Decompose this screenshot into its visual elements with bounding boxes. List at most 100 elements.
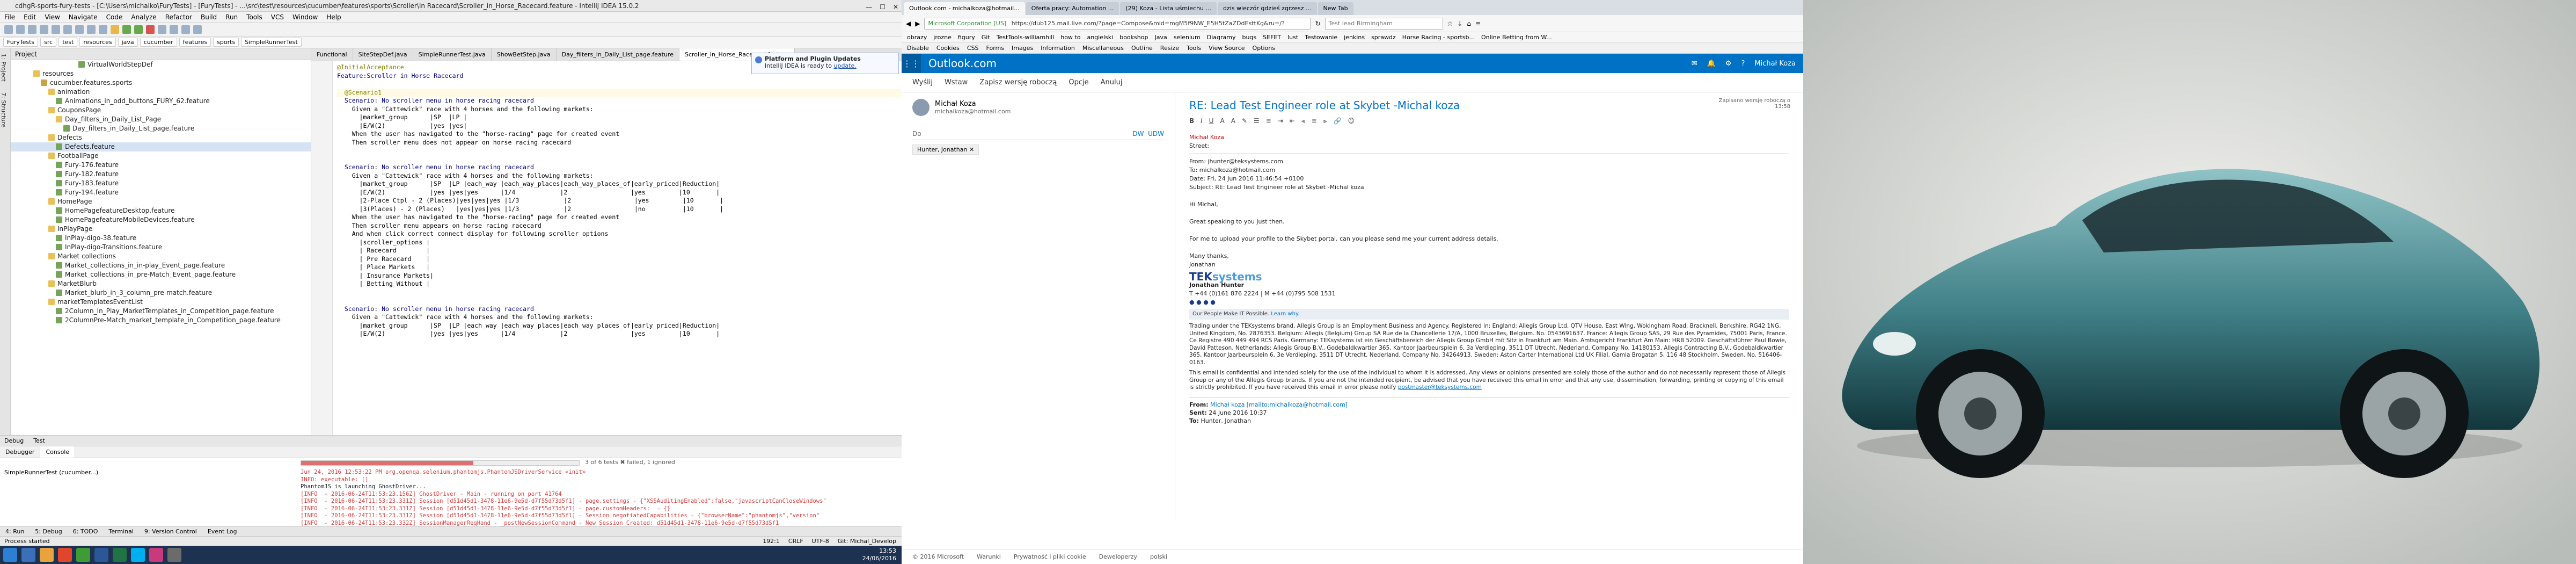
tree-item[interactable]: InPlay-digo-Transitions.feature xyxy=(11,243,311,252)
bookmark-item[interactable]: angielski xyxy=(1087,32,1113,42)
reload-icon[interactable]: ↻ xyxy=(1315,20,1320,27)
update-notification[interactable]: Platform and Plugin Updates IntelliJ IDE… xyxy=(751,53,899,74)
chrome-icon[interactable] xyxy=(76,548,90,562)
app-launcher-icon[interactable]: ⋮⋮ xyxy=(902,54,921,73)
console-output[interactable]: Jun 24, 2016 12:53:22 PM org.openqa.sele… xyxy=(301,469,885,526)
tree-item[interactable]: CouponsPage xyxy=(11,106,311,115)
bookmark-item[interactable]: Java xyxy=(1154,32,1167,42)
bookmark-item[interactable]: sprawdz xyxy=(1371,32,1396,42)
settings-gear-icon[interactable]: ⚙ xyxy=(1725,60,1732,68)
footer-link[interactable]: © 2016 Microsoft xyxy=(912,549,964,564)
bookmark-item[interactable]: selenium xyxy=(1174,32,1201,42)
code-area[interactable]: @InitialAcceptance Feature:Scroller in Ho… xyxy=(311,61,902,435)
project-tool-tab[interactable]: 1: Project xyxy=(0,48,7,87)
bookmark-item[interactable]: bookshop xyxy=(1119,32,1148,42)
paste-icon[interactable] xyxy=(87,25,96,34)
bookmark-item[interactable]: lust xyxy=(1287,32,1298,42)
tool-window-button[interactable]: 9: Version Control xyxy=(144,527,197,536)
back-icon[interactable]: ◀ xyxy=(906,20,911,27)
bcc-link[interactable]: UDW xyxy=(1148,130,1164,138)
outdent-icon[interactable]: ⇤ xyxy=(1290,117,1295,130)
notifications-icon[interactable]: 🔔 xyxy=(1707,60,1716,68)
tree-item[interactable]: Day_filters_in_Daily_List_Page xyxy=(11,115,311,124)
quoted-from-link[interactable]: Michał koza [mailto:michalkoza@hotmail.c… xyxy=(1210,401,1348,408)
align-left-icon[interactable]: ⫷ xyxy=(1301,117,1305,130)
home-icon[interactable]: ⌂ xyxy=(1467,20,1471,27)
firefox-icon[interactable] xyxy=(58,548,72,562)
copy-icon[interactable] xyxy=(75,25,84,34)
bullets-icon[interactable]: ☰ xyxy=(1254,117,1260,130)
font-color-icon[interactable]: A xyxy=(1231,117,1235,130)
tree-item[interactable]: 2Column_In_Play_MarketTemplates_in_Compe… xyxy=(11,307,311,316)
tool-window-button[interactable]: 5: Debug xyxy=(35,527,62,536)
help-icon[interactable] xyxy=(193,25,202,34)
tree-item[interactable]: Fury-194.feature xyxy=(11,188,311,197)
forward-icon[interactable]: ▶ xyxy=(915,20,920,27)
webdev-menu-item[interactable]: View Source xyxy=(1209,43,1245,53)
intellij-icon[interactable] xyxy=(149,548,163,562)
cc-link[interactable]: DW xyxy=(1132,130,1144,138)
debug-tab[interactable]: Debugger xyxy=(0,446,41,458)
address-bar[interactable]: Microsoft Corporation [US] https://dub12… xyxy=(924,17,1311,30)
browser-tab[interactable]: dzis wieczór gdzieś zgrzesz ... xyxy=(1217,2,1317,15)
vcs-commit-icon[interactable] xyxy=(170,25,178,34)
tree-item[interactable]: Market_collections_in_pre-Match_Event_pa… xyxy=(11,270,311,279)
bookmark-item[interactable]: Git xyxy=(982,32,990,42)
close-icon[interactable]: ✕ xyxy=(893,1,898,13)
menu-item[interactable]: Tools xyxy=(246,12,262,22)
menu-item[interactable]: File xyxy=(4,12,15,22)
underline-icon[interactable]: U xyxy=(1209,117,1214,130)
tree-item[interactable]: Defects.feature xyxy=(11,142,311,151)
bookmark-item[interactable]: Testowanie xyxy=(1305,32,1337,42)
footer-link[interactable]: Deweloperzy xyxy=(1099,549,1137,564)
webdev-menu-item[interactable]: Disable xyxy=(907,43,929,53)
tree-item[interactable]: animation xyxy=(11,88,311,97)
debug-icon[interactable] xyxy=(134,25,143,34)
tree-item[interactable]: 2ColumnPre-Match_market_template_in_Comp… xyxy=(11,316,311,325)
debug-tab[interactable]: Console xyxy=(40,446,76,458)
cut-icon[interactable] xyxy=(63,25,72,34)
downloads-icon[interactable]: ↓ xyxy=(1457,20,1462,27)
webdev-menu-item[interactable]: CSS xyxy=(967,43,979,53)
tree-item[interactable]: Market_collections_in_in-play_Event_page… xyxy=(11,261,311,270)
update-link[interactable]: update. xyxy=(834,62,857,69)
breadcrumb-item[interactable]: features xyxy=(179,38,211,47)
tree-item[interactable]: Day_filters_in_Daily_List_page.feature xyxy=(11,124,311,133)
footer-link[interactable]: polski xyxy=(1150,549,1167,564)
build-icon[interactable] xyxy=(111,25,119,34)
tree-item[interactable]: HomePage xyxy=(11,197,311,206)
tree-item[interactable]: InPlayPage xyxy=(11,225,311,234)
footer-link[interactable]: Prywatność i pliki cookie xyxy=(1014,549,1086,564)
bookmark-item[interactable]: SEFET xyxy=(1263,32,1281,42)
status-item[interactable]: UTF-8 xyxy=(812,537,829,546)
menu-item[interactable]: Help xyxy=(326,12,341,22)
tree-item[interactable]: HomePagefeatureDesktop.feature xyxy=(11,206,311,215)
menu-icon[interactable]: ≡ xyxy=(1475,20,1481,27)
bookmark-star-icon[interactable]: ☆ xyxy=(1447,20,1453,27)
undo-icon[interactable] xyxy=(40,25,48,34)
webdev-menu-item[interactable]: Information xyxy=(1041,43,1075,53)
breadcrumb-item[interactable]: src xyxy=(40,38,57,47)
taskbar-clock[interactable]: 13:53 24/06/2016 xyxy=(862,547,896,562)
stop-icon[interactable] xyxy=(146,25,155,34)
redo-icon[interactable] xyxy=(52,25,60,34)
status-item[interactable]: CRLF xyxy=(788,537,803,546)
remove-recipient-icon[interactable]: ✕ xyxy=(969,146,974,153)
debug-config[interactable]: Test xyxy=(33,436,45,446)
menu-item[interactable]: Refactor xyxy=(165,12,192,22)
highlight-icon[interactable]: ✎ xyxy=(1242,117,1247,130)
bookmark-item[interactable]: jrozne xyxy=(933,32,952,42)
tool-window-button[interactable]: 4: Run xyxy=(5,527,24,536)
align-right-icon[interactable]: ⫸ xyxy=(1323,117,1327,130)
menu-item[interactable]: Window xyxy=(292,12,318,22)
breadcrumb-item[interactable]: cucumber xyxy=(140,38,177,47)
breadcrumb-item[interactable]: FuryTests xyxy=(3,38,39,47)
menu-item[interactable]: Analyze xyxy=(131,12,156,22)
browser-search-input[interactable]: Test lead Birmingham xyxy=(1324,17,1443,30)
word-icon[interactable] xyxy=(94,548,108,562)
start-icon[interactable] xyxy=(3,548,17,562)
bookmark-item[interactable]: obrazy xyxy=(907,32,927,42)
tree-item[interactable]: VirtualWorldStepDef xyxy=(11,60,311,69)
breadcrumb-item[interactable]: java xyxy=(118,38,138,47)
recipient-chip[interactable]: Hunter, Jonathan ✕ xyxy=(912,144,979,155)
